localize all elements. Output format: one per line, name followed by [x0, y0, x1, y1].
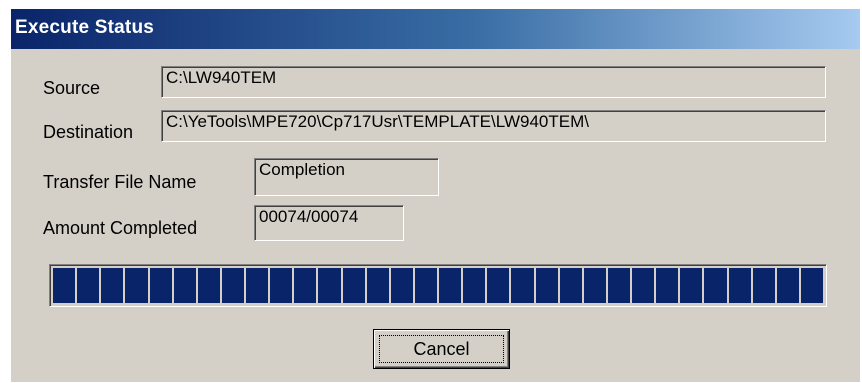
- cancel-button-label: Cancel: [379, 335, 504, 363]
- window-title: Execute Status: [15, 17, 155, 38]
- amount-completed-label: Amount Completed: [43, 218, 198, 238]
- progress-block: [583, 268, 606, 303]
- progress-block: [77, 268, 100, 303]
- progress-block: [511, 268, 534, 303]
- progress-block: [125, 268, 148, 303]
- progress-block: [559, 268, 582, 303]
- title-bar[interactable]: Execute Status: [11, 9, 860, 49]
- progress-block: [728, 268, 751, 303]
- progress-block: [704, 268, 727, 303]
- source-field: C:\LW940TEM: [161, 66, 826, 98]
- cancel-button[interactable]: Cancel: [373, 329, 510, 369]
- progress-block: [487, 268, 510, 303]
- progress-block: [173, 268, 196, 303]
- destination-field: C:\YeTools\MPE720\Cp717Usr\TEMPLATE\LW94…: [161, 110, 826, 142]
- progress-block: [197, 268, 220, 303]
- progress-block: [149, 268, 172, 303]
- progress-block: [752, 268, 775, 303]
- transfer-file-name-field: Completion: [254, 158, 439, 196]
- progress-block: [776, 268, 799, 303]
- progress-block: [680, 268, 703, 303]
- source-label: Source: [43, 78, 101, 98]
- progress-block: [246, 268, 269, 303]
- progress-block: [366, 268, 389, 303]
- destination-label: Destination: [43, 122, 134, 142]
- progress-fill: [53, 268, 823, 303]
- progress-block: [53, 268, 76, 303]
- progress-block: [221, 268, 244, 303]
- progress-block: [607, 268, 630, 303]
- progress-block: [270, 268, 293, 303]
- progress-bar: [49, 264, 827, 307]
- progress-block: [414, 268, 437, 303]
- progress-block: [342, 268, 365, 303]
- transfer-file-name-label: Transfer File Name: [43, 172, 197, 192]
- progress-block: [390, 268, 413, 303]
- execute-status-dialog: Execute Status Source C:\LW940TEM Destin…: [10, 8, 860, 382]
- progress-block: [800, 268, 823, 303]
- progress-block: [318, 268, 341, 303]
- progress-block: [294, 268, 317, 303]
- progress-block: [463, 268, 486, 303]
- progress-block: [439, 268, 462, 303]
- progress-block: [101, 268, 124, 303]
- progress-block: [535, 268, 558, 303]
- progress-block: [632, 268, 655, 303]
- amount-completed-field: 00074/00074: [254, 205, 404, 241]
- progress-block: [656, 268, 679, 303]
